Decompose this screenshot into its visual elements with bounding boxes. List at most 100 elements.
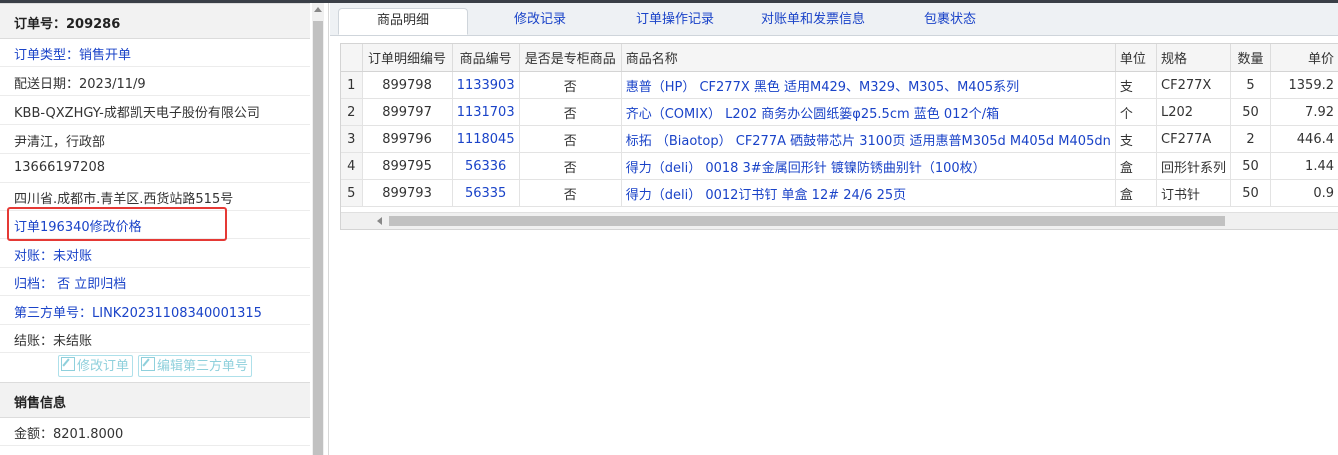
- detail-no: 899793: [362, 179, 453, 207]
- detail-tabs: 商品明细 修改记录 订单操作记录 对账单和发票信息 包裹状态: [330, 3, 1338, 36]
- col-unit-header[interactable]: 单位: [1115, 44, 1158, 72]
- left-panel-scrollbar[interactable]: [312, 3, 324, 455]
- sales-info-title: 销售信息: [14, 396, 67, 411]
- tab-product-details[interactable]: 商品明细: [338, 8, 468, 35]
- col-spec-header[interactable]: 规格: [1156, 44, 1232, 72]
- third-party-row[interactable]: 第三方单号：LINK20231108340001315: [0, 296, 310, 325]
- col-detail-no-header[interactable]: 订单明细编号: [362, 44, 453, 72]
- delivery-address: 四川省.成都市.青羊区.西货站路515号: [14, 192, 234, 207]
- spec: 回形针系列: [1156, 152, 1232, 180]
- unit: 支: [1115, 125, 1158, 153]
- order-action-buttons: 修改订单 编辑第三方单号: [0, 352, 310, 382]
- product-name-link[interactable]: 标拓 （Biaotop） CF277A 硒鼓带芯片 3100页 适用惠普M305…: [621, 125, 1116, 153]
- product-name-link[interactable]: 齐心（COMIX） L202 商务办公圆纸篓φ25.5cm 蓝色 012个/箱: [621, 98, 1116, 126]
- next-row: [0, 446, 310, 455]
- spec: L202: [1156, 98, 1232, 126]
- spec: CF277A: [1156, 125, 1232, 153]
- table-row[interactable]: 1 899798 1133903 否 惠普（HP） CF277X 黑色 适用M4…: [341, 71, 1338, 99]
- counter-flag: 否: [519, 125, 622, 153]
- unit-price: 0.9: [1270, 179, 1338, 207]
- product-name-link[interactable]: 惠普（HP） CF277X 黑色 适用M429、M329、M305、M405系列: [621, 71, 1116, 99]
- order-info-panel: 订单号：209286 订单类型：销售开单 配送日期：2023/11/9 KBB-…: [0, 3, 329, 455]
- unit-price: 7.92: [1270, 98, 1338, 126]
- row-index: 3: [341, 125, 363, 153]
- product-name-link[interactable]: 得力（deli） 0012订书钉 单盒 12# 24/6 25页: [621, 179, 1116, 207]
- quantity: 5: [1230, 71, 1271, 99]
- product-no-link[interactable]: 1133903: [452, 71, 520, 99]
- col-counter-header[interactable]: 是否是专柜商品: [519, 44, 622, 72]
- unit: 盒: [1115, 152, 1158, 180]
- col-index-header: [341, 44, 363, 72]
- table-row[interactable]: 3 899796 1118045 否 标拓 （Biaotop） CF277A 硒…: [341, 125, 1338, 153]
- contact-name: 尹清江，行政部: [14, 135, 106, 150]
- archive-now-link[interactable]: 归档： 否 立即归档: [14, 273, 126, 292]
- quantity: 50: [1230, 98, 1271, 126]
- horizontal-scrollbar-thumb[interactable]: [389, 216, 1225, 226]
- spec: CF277X: [1156, 71, 1232, 99]
- unit: 盒: [1115, 179, 1158, 207]
- delivery-date: 配送日期：2023/11/9: [14, 77, 146, 92]
- amount-row: 金额：8201.8000: [0, 417, 310, 446]
- row-index: 1: [341, 71, 363, 99]
- table-header-row: 订单明细编号 商品编号 是否是专柜商品 商品名称 单位 规格 数量 单价: [341, 44, 1338, 72]
- tab-statement-invoice[interactable]: 对账单和发票信息: [750, 8, 876, 35]
- phone-row: 13666197208: [0, 154, 310, 183]
- edit-third-party-label: 编辑第三方单号: [157, 359, 249, 374]
- detail-no: 899796: [362, 125, 453, 153]
- product-no-link[interactable]: 56335: [452, 179, 520, 207]
- sales-info-header: 销售信息: [0, 382, 310, 418]
- col-product-no-header[interactable]: 商品编号: [452, 44, 520, 72]
- col-qty-header[interactable]: 数量: [1230, 44, 1271, 72]
- scrollbar-thumb[interactable]: [313, 21, 323, 455]
- table-row[interactable]: 2 899797 1131703 否 齐心（COMIX） L202 商务办公圆纸…: [341, 98, 1338, 126]
- tab-package-status[interactable]: 包裹状态: [905, 8, 995, 35]
- delivery-date-row: 配送日期：2023/11/9: [0, 67, 310, 96]
- sales-amount: 金额：8201.8000: [14, 427, 124, 442]
- reconcile-status-link[interactable]: 对账：未对账: [14, 245, 92, 264]
- product-table: 订单明细编号 商品编号 是否是专柜商品 商品名称 单位 规格 数量 单价 1 8…: [341, 44, 1338, 207]
- edit-order-label: 修改订单: [77, 359, 130, 374]
- order-number-title: 订单号：209286: [14, 17, 121, 32]
- product-no-link[interactable]: 56336: [452, 152, 520, 180]
- unit-price: 446.4: [1270, 125, 1338, 153]
- counter-flag: 否: [519, 98, 622, 126]
- unit-price: 1.44: [1270, 152, 1338, 180]
- edit-order-button[interactable]: 修改订单: [58, 355, 134, 377]
- reconcile-row[interactable]: 对账：未对账: [0, 239, 310, 268]
- unit-price: 1359.2: [1270, 71, 1338, 99]
- product-detail-grid: 订单明细编号 商品编号 是否是专柜商品 商品名称 单位 规格 数量 单价 1 8…: [340, 43, 1338, 230]
- scroll-up-arrow-icon[interactable]: [314, 7, 322, 12]
- detail-panel: 商品明细 修改记录 订单操作记录 对账单和发票信息 包裹状态 订单明细编号 商品…: [330, 3, 1338, 455]
- scroll-left-arrow-icon[interactable]: [377, 217, 382, 225]
- contact-phone: 13666197208: [14, 160, 105, 175]
- detail-no: 899795: [362, 152, 453, 180]
- order-number-header: 订单号：209286: [0, 3, 310, 39]
- table-row[interactable]: 5 899793 56335 否 得力（deli） 0012订书钉 单盒 12#…: [341, 179, 1338, 207]
- product-name-link[interactable]: 得力（deli） 0018 3#金属回形针 镀镍防锈曲别针（100枚）: [621, 152, 1116, 180]
- order-type-link[interactable]: 订单类型：销售开单: [14, 44, 131, 63]
- tab-modify-records[interactable]: 修改记录: [490, 8, 590, 35]
- table-row[interactable]: 4 899795 56336 否 得力（deli） 0018 3#金属回形针 镀…: [341, 152, 1338, 180]
- archive-row[interactable]: 归档： 否 立即归档: [0, 267, 310, 296]
- spec: 订书针: [1156, 179, 1232, 207]
- col-price-header[interactable]: 单价: [1270, 44, 1338, 72]
- settlement-status: 结账：未结账: [14, 334, 93, 349]
- quantity: 2: [1230, 125, 1271, 153]
- product-no-link[interactable]: 1131703: [452, 98, 520, 126]
- counter-flag: 否: [519, 152, 622, 180]
- edit-icon: [141, 357, 155, 371]
- grid-horizontal-scrollbar[interactable]: [341, 212, 1338, 229]
- tab-operation-records[interactable]: 订单操作记录: [620, 8, 730, 35]
- counter-flag: 否: [519, 179, 622, 207]
- detail-no: 899798: [362, 71, 453, 99]
- product-no-link[interactable]: 1118045: [452, 125, 520, 153]
- quantity: 50: [1230, 179, 1271, 207]
- order-type-row[interactable]: 订单类型：销售开单: [0, 38, 310, 67]
- counter-flag: 否: [519, 71, 622, 99]
- detail-no: 899797: [362, 98, 453, 126]
- edit-third-party-button[interactable]: 编辑第三方单号: [138, 355, 253, 377]
- col-product-name-header[interactable]: 商品名称: [621, 44, 1116, 72]
- row-index: 4: [341, 152, 363, 180]
- third-party-order-link[interactable]: 第三方单号：LINK20231108340001315: [14, 302, 262, 321]
- unit: 个: [1115, 98, 1158, 126]
